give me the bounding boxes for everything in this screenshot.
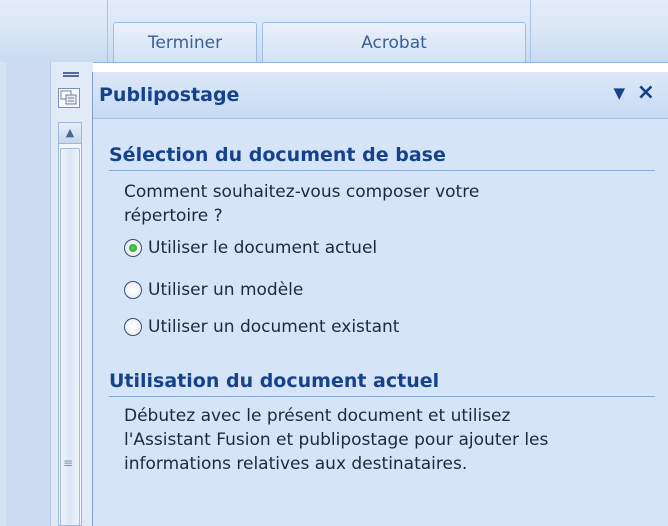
drag-handle[interactable]	[63, 72, 79, 77]
radio-use-current-document[interactable]: Utiliser le document actuel	[124, 235, 377, 261]
ribbon-separator	[107, 0, 108, 62]
radio-label: Utiliser un modèle	[148, 280, 304, 300]
section-divider	[109, 170, 655, 171]
pane-title: Publipostage	[99, 84, 240, 106]
radio-button-icon[interactable]	[124, 318, 142, 336]
ribbon-group-terminer[interactable]: Terminer	[113, 22, 257, 62]
left-frame	[0, 62, 50, 526]
description-line-2: l'Assistant Fusion et publipostage pour …	[124, 430, 549, 450]
scroll-up-arrow-icon[interactable]: ▲	[58, 122, 82, 144]
radio-label: Utiliser un document existant	[148, 317, 400, 337]
question-line-1: Comment souhaitez-vous composer votre	[124, 182, 480, 202]
description-line-3: informations relatives aux destinataires…	[124, 454, 468, 474]
radio-button-icon[interactable]	[124, 239, 142, 257]
ribbon: Terminer Acrobat	[0, 0, 668, 63]
ribbon-separator	[530, 0, 531, 62]
section-title-select-document: Sélection du document de base	[109, 144, 446, 166]
radio-use-template[interactable]: Utiliser un modèle	[124, 277, 303, 303]
scroll-grip-icon: ≡	[63, 456, 74, 470]
pane-header: Publipostage ▼ ×	[93, 72, 668, 119]
close-icon[interactable]: ×	[637, 80, 655, 105]
pane-icon[interactable]	[58, 88, 80, 108]
radio-label: Utiliser le document actuel	[148, 238, 378, 258]
description-line-1: Débutez avec le présent document et util…	[124, 406, 511, 426]
radio-use-existing-document[interactable]: Utiliser un document existant	[124, 314, 399, 340]
mail-merge-task-pane: Publipostage ▼ × Sélection du document d…	[92, 72, 668, 526]
section-divider	[109, 396, 655, 397]
question-line-2: répertoire ?	[124, 206, 223, 226]
radio-button-icon[interactable]	[124, 281, 142, 299]
ribbon-group-acrobat[interactable]: Acrobat	[262, 22, 526, 62]
dropdown-arrow-icon[interactable]: ▼	[613, 84, 625, 102]
section-title-use-current: Utilisation du document actuel	[109, 370, 440, 392]
